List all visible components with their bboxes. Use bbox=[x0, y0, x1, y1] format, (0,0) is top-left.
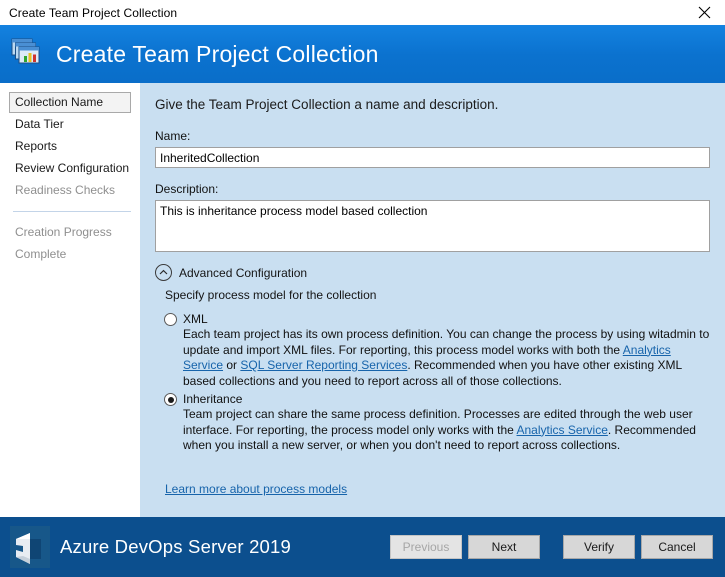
close-button[interactable] bbox=[683, 0, 725, 25]
sidebar-item-readiness-checks: Readiness Checks bbox=[9, 180, 131, 201]
sql-server-reporting-services-link[interactable]: SQL Server Reporting Services bbox=[240, 358, 407, 372]
wizard-footer: Azure DevOps Server 2019 Previous Next V… bbox=[0, 517, 725, 577]
next-button[interactable]: Next bbox=[468, 535, 540, 559]
collection-stack-icon bbox=[10, 37, 46, 71]
previous-button[interactable]: Previous bbox=[390, 535, 462, 559]
close-icon bbox=[698, 6, 711, 19]
wizard-content: Give the Team Project Collection a name … bbox=[140, 83, 725, 517]
collection-description-input[interactable]: This is inheritance process model based … bbox=[155, 200, 710, 252]
collection-name-input[interactable] bbox=[155, 147, 710, 168]
sidebar-item-creation-progress: Creation Progress bbox=[9, 222, 131, 243]
inheritance-description: Team project can share the same process … bbox=[183, 407, 710, 454]
sidebar-divider bbox=[13, 211, 131, 212]
window-title: Create Team Project Collection bbox=[0, 6, 177, 20]
xml-description: Each team project has its own process de… bbox=[183, 327, 710, 389]
wizard-body: Collection Name Data Tier Reports Review… bbox=[0, 83, 725, 517]
radio-inheritance-label: Inheritance bbox=[183, 391, 242, 407]
advanced-configuration-label: Advanced Configuration bbox=[179, 266, 307, 280]
advanced-configuration-expander[interactable]: Advanced Configuration bbox=[155, 264, 710, 281]
learn-more-link[interactable]: Learn more about process models bbox=[165, 482, 347, 496]
sidebar-item-review-configuration[interactable]: Review Configuration bbox=[9, 158, 131, 179]
process-model-option-xml[interactable]: XML Each team project has its own proces… bbox=[155, 311, 710, 389]
page-title: Give the Team Project Collection a name … bbox=[155, 97, 710, 112]
verify-button[interactable]: Verify bbox=[563, 535, 635, 559]
product-name: Azure DevOps Server 2019 bbox=[60, 536, 291, 558]
wizard-sidebar: Collection Name Data Tier Reports Review… bbox=[0, 83, 140, 517]
process-model-option-inheritance[interactable]: Inheritance Team project can share the s… bbox=[155, 391, 710, 454]
sidebar-item-reports[interactable]: Reports bbox=[9, 136, 131, 157]
footer-buttons: Previous Next Verify Cancel bbox=[390, 535, 713, 559]
analytics-service-link-inheritance[interactable]: Analytics Service bbox=[517, 423, 608, 437]
create-collection-wizard: Create Team Project Collection bbox=[0, 0, 725, 577]
header-title: Create Team Project Collection bbox=[56, 41, 379, 68]
description-label: Description: bbox=[155, 182, 710, 196]
name-label: Name: bbox=[155, 129, 710, 143]
azure-devops-logo-icon bbox=[10, 526, 50, 568]
title-bar: Create Team Project Collection bbox=[0, 0, 725, 25]
radio-xml-label: XML bbox=[183, 311, 208, 327]
sidebar-item-data-tier[interactable]: Data Tier bbox=[9, 114, 131, 135]
process-model-sub-label: Specify process model for the collection bbox=[165, 288, 710, 302]
xml-description-part2: or bbox=[223, 358, 240, 372]
chevron-up-icon bbox=[155, 264, 172, 281]
sidebar-item-collection-name[interactable]: Collection Name bbox=[9, 92, 131, 113]
sidebar-item-complete: Complete bbox=[9, 244, 131, 265]
cancel-button[interactable]: Cancel bbox=[641, 535, 713, 559]
radio-xml[interactable] bbox=[164, 313, 177, 326]
wizard-header: Create Team Project Collection bbox=[0, 25, 725, 83]
radio-inheritance[interactable] bbox=[164, 393, 177, 406]
